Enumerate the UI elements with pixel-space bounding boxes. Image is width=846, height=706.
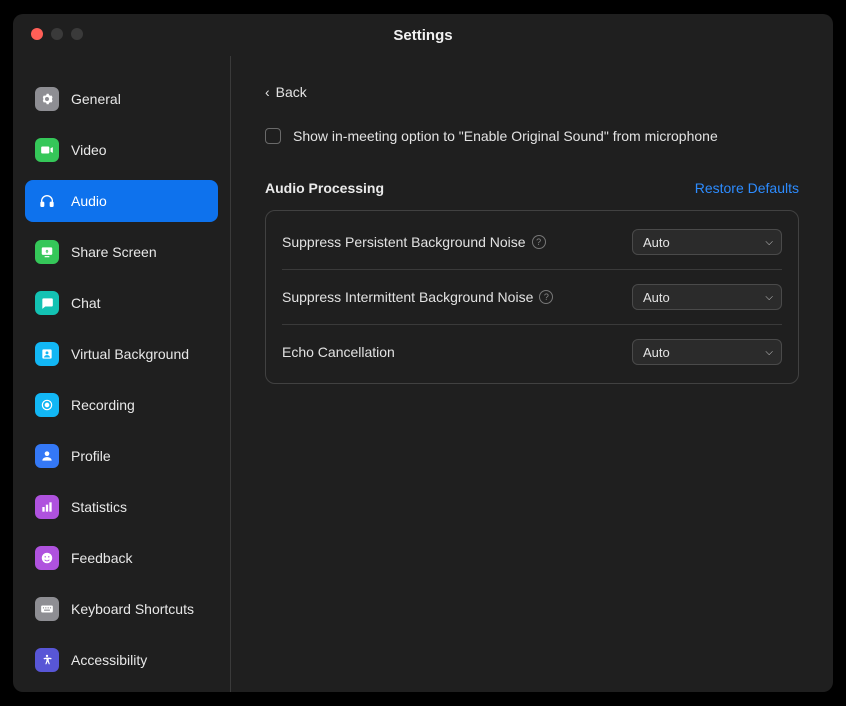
sidebar-item-label: Chat (71, 295, 101, 311)
accessibility-icon (35, 648, 59, 672)
main-panel: ‹ Back Show in-meeting option to "Enable… (231, 56, 833, 692)
sidebar-item-virtual-background[interactable]: Virtual Background (25, 333, 218, 375)
window-title: Settings (13, 27, 833, 44)
audio-processing-panel: Suppress Persistent Background Noise ? A… (265, 210, 799, 384)
select-value: Auto (643, 290, 670, 305)
feedback-icon (35, 546, 59, 570)
suppress-persistent-noise-row: Suppress Persistent Background Noise ? A… (282, 215, 782, 269)
sidebar-item-general[interactable]: General (25, 78, 218, 120)
sidebar-item-label: Audio (71, 193, 107, 209)
window-maximize-button[interactable] (71, 28, 83, 40)
sidebar-item-label: Accessibility (71, 652, 147, 668)
sidebar-item-label: General (71, 91, 121, 107)
sidebar-item-label: Share Screen (71, 244, 157, 260)
sidebar-item-label: Profile (71, 448, 111, 464)
restore-defaults-link[interactable]: Restore Defaults (695, 180, 799, 196)
back-label: Back (276, 84, 307, 100)
checkbox-label: Show in-meeting option to "Enable Origin… (293, 128, 718, 144)
chevron-down-icon: ⌵ (765, 347, 773, 358)
video-icon (35, 138, 59, 162)
row-label-text: Echo Cancellation (282, 344, 395, 360)
info-icon[interactable]: ? (532, 235, 546, 249)
chevron-down-icon: ⌵ (765, 292, 773, 303)
content: General Video Audio Share Screen (13, 56, 833, 692)
sidebar-item-keyboard-shortcuts[interactable]: Keyboard Shortcuts (25, 588, 218, 630)
checkbox-icon (265, 128, 281, 144)
sidebar-item-label: Keyboard Shortcuts (71, 601, 194, 617)
sidebar-item-audio[interactable]: Audio (25, 180, 218, 222)
sidebar: General Video Audio Share Screen (13, 56, 231, 692)
chevron-left-icon: ‹ (265, 84, 270, 100)
sidebar-item-label: Recording (71, 397, 135, 413)
sidebar-item-accessibility[interactable]: Accessibility (25, 639, 218, 681)
sidebar-item-label: Video (71, 142, 107, 158)
window-minimize-button[interactable] (51, 28, 63, 40)
section-header: Audio Processing Restore Defaults (265, 180, 799, 196)
statistics-icon (35, 495, 59, 519)
echo-cancellation-row: Echo Cancellation Auto ⌵ (282, 324, 782, 379)
titlebar: Settings (13, 14, 833, 56)
suppress-persistent-noise-select[interactable]: Auto ⌵ (632, 229, 782, 255)
sidebar-item-label: Statistics (71, 499, 127, 515)
chat-icon (35, 291, 59, 315)
chevron-down-icon: ⌵ (765, 237, 773, 248)
suppress-intermittent-noise-row: Suppress Intermittent Background Noise ?… (282, 269, 782, 324)
recording-icon (35, 393, 59, 417)
sidebar-item-share-screen[interactable]: Share Screen (25, 231, 218, 273)
keyboard-icon (35, 597, 59, 621)
sidebar-item-recording[interactable]: Recording (25, 384, 218, 426)
row-label: Echo Cancellation (282, 344, 395, 360)
back-button[interactable]: ‹ Back (265, 84, 799, 100)
enable-original-sound-checkbox-row[interactable]: Show in-meeting option to "Enable Origin… (265, 128, 799, 144)
suppress-intermittent-noise-select[interactable]: Auto ⌵ (632, 284, 782, 310)
traffic-lights (31, 28, 83, 40)
select-value: Auto (643, 345, 670, 360)
window-close-button[interactable] (31, 28, 43, 40)
select-value: Auto (643, 235, 670, 250)
row-label: Suppress Intermittent Background Noise ? (282, 289, 553, 305)
sidebar-item-profile[interactable]: Profile (25, 435, 218, 477)
share-screen-icon (35, 240, 59, 264)
row-label-text: Suppress Persistent Background Noise (282, 234, 526, 250)
gear-icon (35, 87, 59, 111)
info-icon[interactable]: ? (539, 290, 553, 304)
echo-cancellation-select[interactable]: Auto ⌵ (632, 339, 782, 365)
row-label-text: Suppress Intermittent Background Noise (282, 289, 533, 305)
row-label: Suppress Persistent Background Noise ? (282, 234, 546, 250)
headphones-icon (35, 189, 59, 213)
sidebar-item-statistics[interactable]: Statistics (25, 486, 218, 528)
settings-window: Settings General Video Audio (13, 14, 833, 692)
sidebar-item-label: Virtual Background (71, 346, 189, 362)
virtual-background-icon (35, 342, 59, 366)
sidebar-item-video[interactable]: Video (25, 129, 218, 171)
sidebar-item-label: Feedback (71, 550, 132, 566)
sidebar-item-chat[interactable]: Chat (25, 282, 218, 324)
section-title: Audio Processing (265, 180, 384, 196)
profile-icon (35, 444, 59, 468)
sidebar-item-feedback[interactable]: Feedback (25, 537, 218, 579)
